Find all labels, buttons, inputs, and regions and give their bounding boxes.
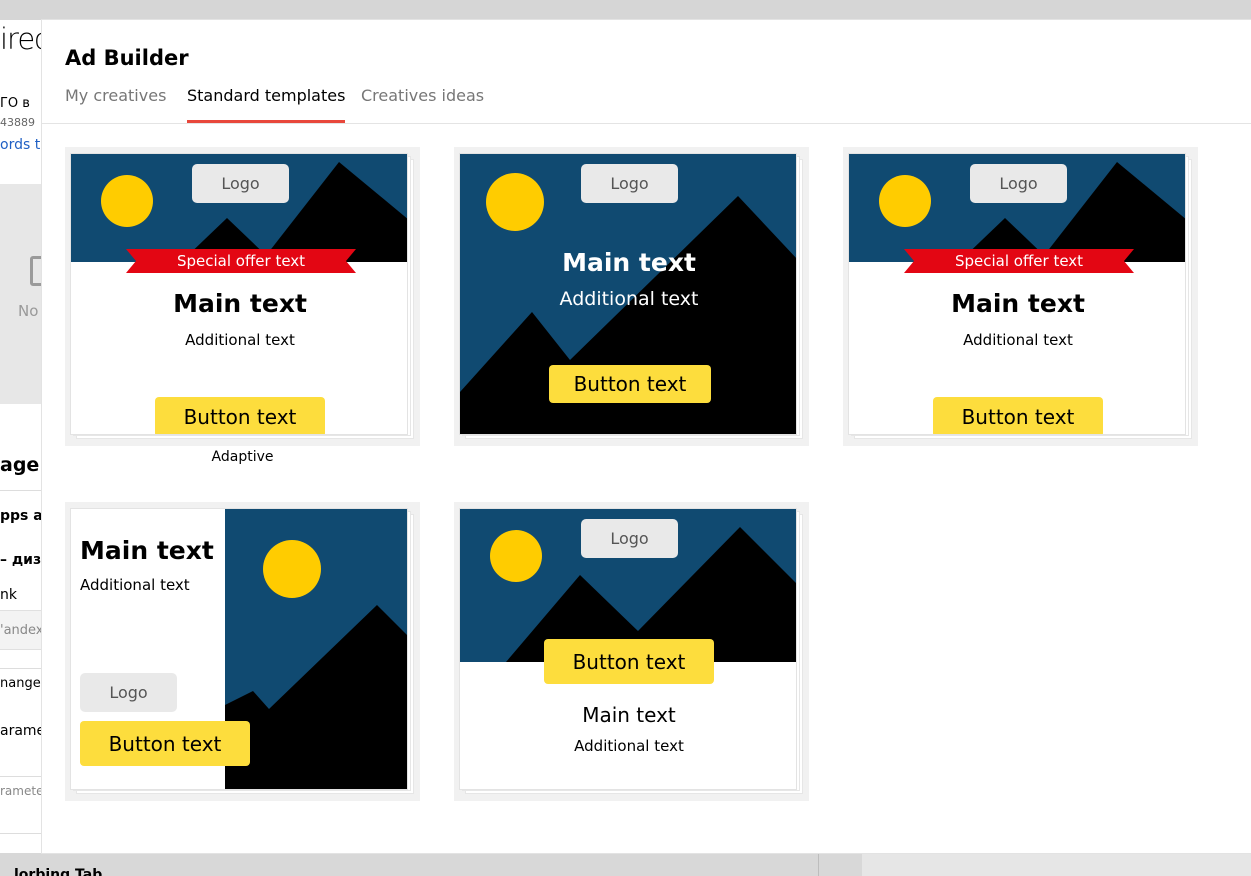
- template-card[interactable]: Logo Special offer text Main text Additi…: [843, 147, 1198, 446]
- main-text: Main text: [80, 536, 214, 565]
- tab-standard-templates[interactable]: Standard templates: [187, 86, 346, 123]
- cta-button-preview: Button text: [544, 639, 714, 684]
- background-account-fragment: ГО в: [0, 96, 30, 111]
- main-text: Main text: [562, 248, 696, 277]
- template-banner: Logo Special offer text Main text Additi…: [70, 153, 408, 435]
- sun-shape: [490, 530, 542, 582]
- additional-text: Additional text: [963, 331, 1073, 349]
- logo-placeholder: Logo: [192, 164, 289, 203]
- background-preview-text: No: [18, 302, 39, 320]
- logo-placeholder: Logo: [581, 519, 678, 558]
- logo-placeholder: Logo: [581, 164, 678, 203]
- tab-creatives-ideas[interactable]: Creatives ideas: [361, 86, 484, 123]
- sun-shape: [486, 173, 544, 231]
- special-offer-text: Special offer text: [176, 252, 306, 270]
- background-section-heading: age: [0, 454, 40, 476]
- template-card[interactable]: Logo Main text Additional text Button te…: [454, 147, 809, 446]
- tab-my-creatives[interactable]: My creatives: [65, 86, 166, 123]
- template-card[interactable]: Logo Button text Main text Additional te…: [454, 502, 809, 801]
- template-banner: Logo Button text Main text Additional te…: [459, 508, 797, 790]
- modal-title: Ad Builder: [65, 46, 189, 70]
- main-text: Main text: [582, 703, 676, 727]
- background-link-fragment: ords t: [0, 137, 41, 153]
- special-offer-text: Special offer text: [954, 252, 1084, 270]
- background-change-fragment: nange: [0, 676, 41, 691]
- background-link-label: nk: [0, 587, 17, 603]
- background-bottom-bar: lorbing Tab: [0, 853, 1251, 876]
- background-divider: [0, 776, 42, 777]
- template-preview-stack: Logo Button text Main text Additional te…: [459, 508, 803, 794]
- tab-bar-divider: [42, 123, 1251, 124]
- template-label: Adaptive: [211, 449, 274, 465]
- additional-text: Additional text: [559, 288, 699, 310]
- template-preview-stack: Logo Main text Additional text Button te…: [459, 153, 803, 439]
- background-number-fragment: 43889: [0, 116, 35, 129]
- background-bottom-separator: [818, 853, 819, 876]
- template-preview-stack: Logo Special offer text Main text Additi…: [70, 153, 414, 439]
- additional-text: Additional text: [80, 576, 190, 594]
- background-params-fragment: arame: [0, 723, 46, 739]
- background-input-text: 'andex: [0, 623, 44, 638]
- logo-placeholder: Logo: [970, 164, 1067, 203]
- background-input: 'andex: [0, 610, 44, 650]
- template-card[interactable]: Main text Additional text Logo Button te…: [65, 502, 420, 801]
- sun-shape: [101, 175, 153, 227]
- cta-button-preview: Button text: [80, 721, 250, 766]
- sun-shape: [263, 540, 321, 598]
- logo-placeholder: Logo: [80, 673, 177, 712]
- template-preview-stack: Main text Additional text Logo Button te…: [70, 508, 414, 794]
- template-card-adaptive[interactable]: Logo Special offer text Main text Additi…: [65, 147, 420, 446]
- main-text: Main text: [951, 289, 1085, 318]
- main-text: Main text: [173, 289, 307, 318]
- additional-text: Additional text: [574, 737, 684, 755]
- background-divider: [0, 668, 42, 669]
- template-banner: Main text Additional text Logo Button te…: [70, 508, 408, 790]
- cta-button-preview: Button text: [155, 397, 325, 434]
- template-banner: Logo Main text Additional text Button te…: [459, 153, 797, 435]
- cta-button-preview: Button text: [933, 397, 1103, 434]
- background-bottom-text: lorbing Tab: [14, 867, 103, 876]
- background-top-bar: [0, 0, 1251, 20]
- cta-button-preview: Button text: [549, 365, 711, 403]
- template-preview-stack: Logo Special offer text Main text Additi…: [848, 153, 1192, 439]
- background-preview-area: No: [0, 184, 50, 404]
- additional-text: Additional text: [185, 331, 295, 349]
- background-divider: [0, 833, 42, 834]
- sun-shape: [879, 175, 931, 227]
- background-bottom-right: [862, 853, 1251, 876]
- ad-builder-modal: Ad Builder My creatives Standard templat…: [42, 20, 1251, 853]
- background-divider: [0, 490, 42, 491]
- template-banner: Logo Special offer text Main text Additi…: [848, 153, 1186, 435]
